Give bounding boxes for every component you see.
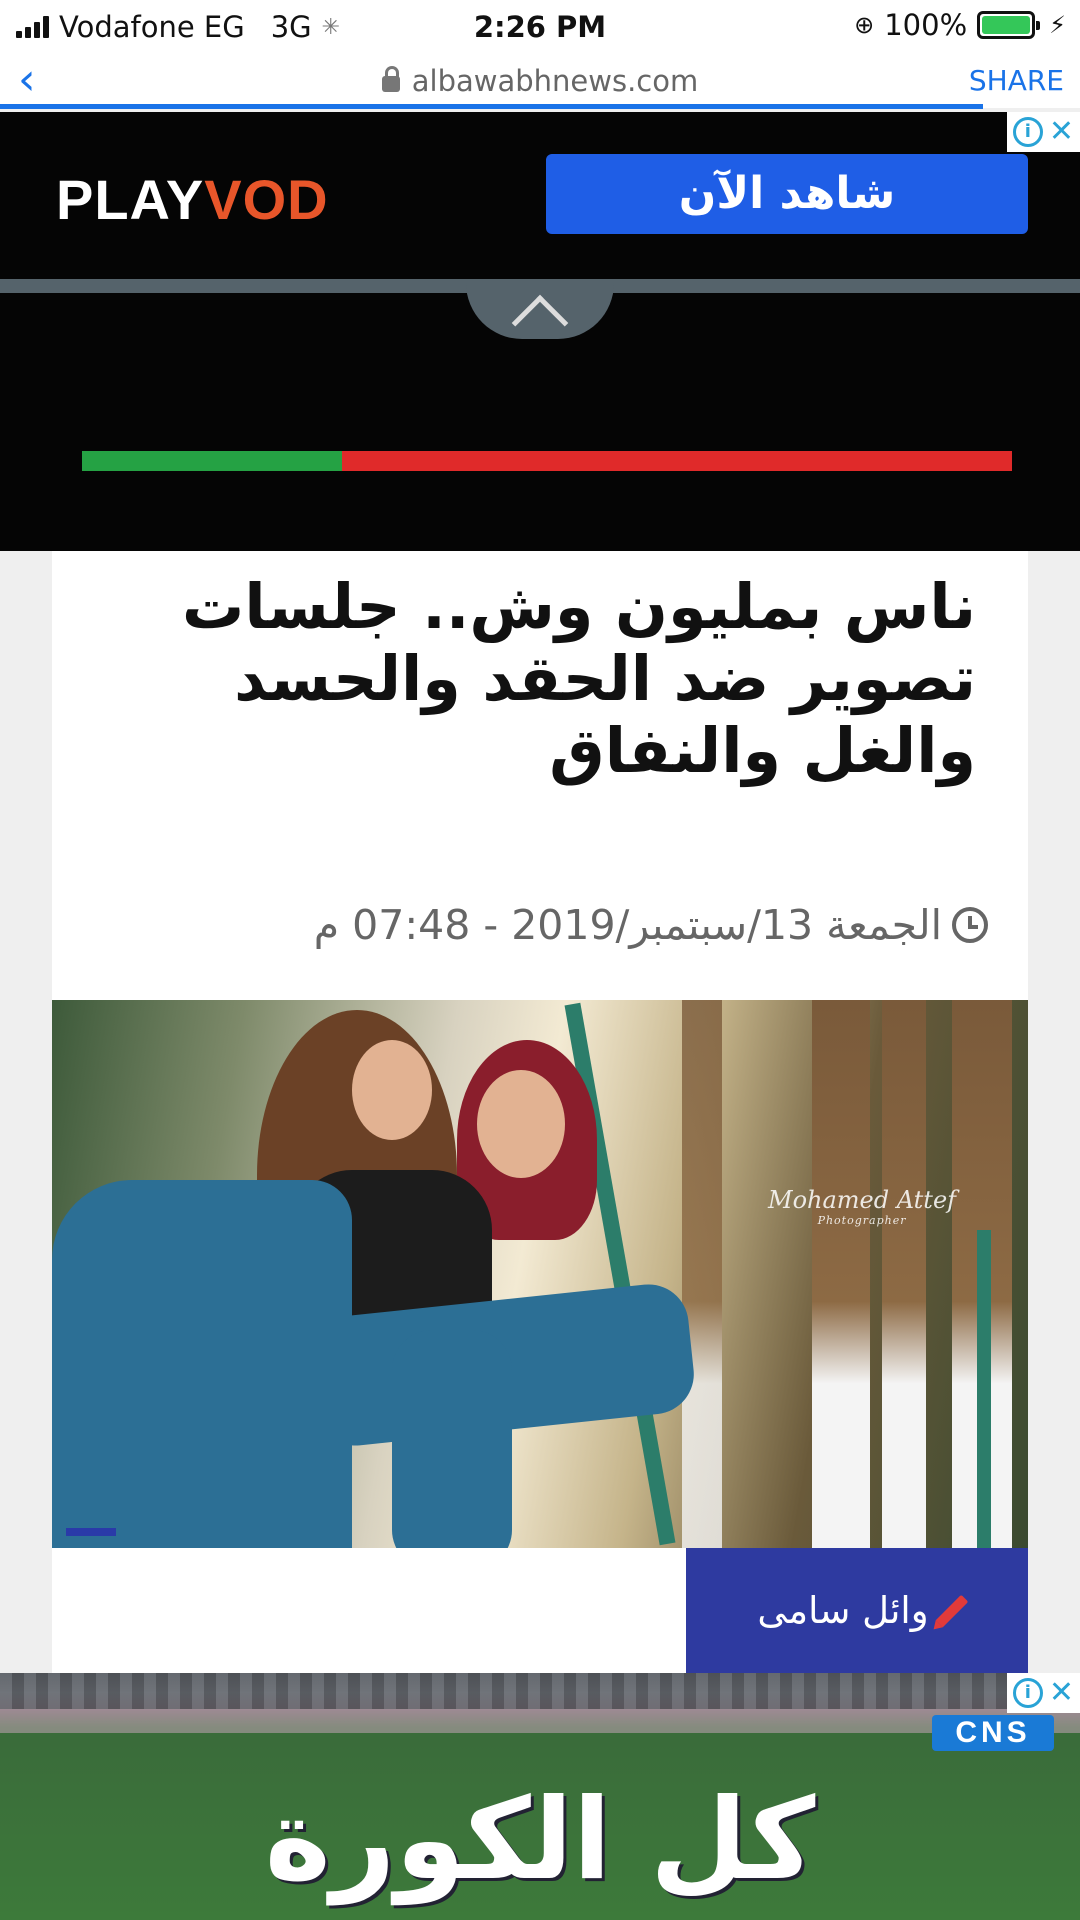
author-name: وائل سامى — [757, 1589, 929, 1632]
article-date: الجمعة 13/سبتمبر/2019 - 07:48 م — [314, 901, 988, 949]
battery-icon — [977, 11, 1041, 39]
status-right: ⊕ 100% ⚡ — [854, 8, 1066, 42]
status-bar: Vodafone EG 3G ✳ 2:26 PM ⊕ 100% ⚡ — [0, 0, 1080, 54]
cns-logo: CNS — [932, 1715, 1054, 1751]
person-face — [352, 1040, 432, 1140]
playvod-logo: PLAYVOD — [56, 168, 329, 231]
stadium-stands — [0, 1673, 1080, 1709]
ad-info-icon[interactable]: i — [1012, 117, 1043, 147]
ad-close-icon[interactable]: ✕ — [1049, 1678, 1074, 1708]
ad-info-icon[interactable]: i — [1012, 1678, 1043, 1708]
photo-indicator — [66, 1528, 116, 1536]
browser-url-bar: ‹ albawabhnews.com SHARE — [0, 54, 1080, 108]
tree-trunk — [682, 1000, 722, 1548]
photo-watermark: Mohamed Attef Photographer — [768, 1186, 957, 1227]
page-load-progress — [0, 104, 983, 109]
lamp-post — [977, 1230, 991, 1548]
collapse-button[interactable] — [466, 283, 614, 352]
lock-icon — [381, 66, 400, 92]
article-headline: ناس بمليون وش.. جلسات تصوير ضد الحقد وال… — [182, 570, 976, 787]
url-text: albawabhnews.com — [411, 64, 699, 98]
video-progress-bar[interactable] — [82, 451, 1012, 471]
pencil-icon — [935, 1594, 968, 1627]
author-badge[interactable]: وائل سامى — [686, 1548, 1028, 1673]
share-button[interactable]: SHARE — [969, 64, 1064, 97]
ad-choices-badge[interactable]: i ✕ — [1006, 112, 1080, 152]
top-ad-banner[interactable]: PLAYVOD شاهد الآن i ✕ — [0, 112, 1080, 279]
ad-choices-badge[interactable]: i ✕ — [1006, 1673, 1080, 1713]
bottom-ad-banner[interactable]: CNS كل الكورة i ✕ — [0, 1673, 1080, 1920]
orientation-lock-icon: ⊕ — [854, 11, 875, 39]
article-photo[interactable]: Mohamed Attef Photographer — [52, 1000, 1028, 1548]
bottom-ad-text: كل الكورة — [264, 1775, 816, 1905]
date-text: الجمعة 13/سبتمبر/2019 - 07:48 م — [313, 901, 942, 949]
tree-trunk — [882, 1000, 926, 1548]
person-face — [477, 1070, 565, 1178]
chevron-up-icon — [511, 294, 569, 352]
person-jeans — [392, 1330, 512, 1548]
charging-icon: ⚡ — [1049, 11, 1066, 39]
video-progress-played — [82, 451, 343, 471]
stadium-board — [0, 1709, 1080, 1733]
article-card: ناس بمليون وش.. جلسات تصوير ضد الحقد وال… — [52, 551, 1028, 1673]
tree-trunk — [812, 1000, 870, 1548]
foreground-jeans — [52, 1180, 352, 1548]
video-player[interactable] — [0, 283, 1080, 551]
clock-icon — [952, 907, 988, 943]
watch-now-button[interactable]: شاهد الآن — [546, 154, 1028, 234]
battery-percent: 100% — [884, 8, 968, 42]
url-field[interactable]: albawabhnews.com — [0, 64, 1080, 98]
ad-close-icon[interactable]: ✕ — [1049, 117, 1074, 147]
